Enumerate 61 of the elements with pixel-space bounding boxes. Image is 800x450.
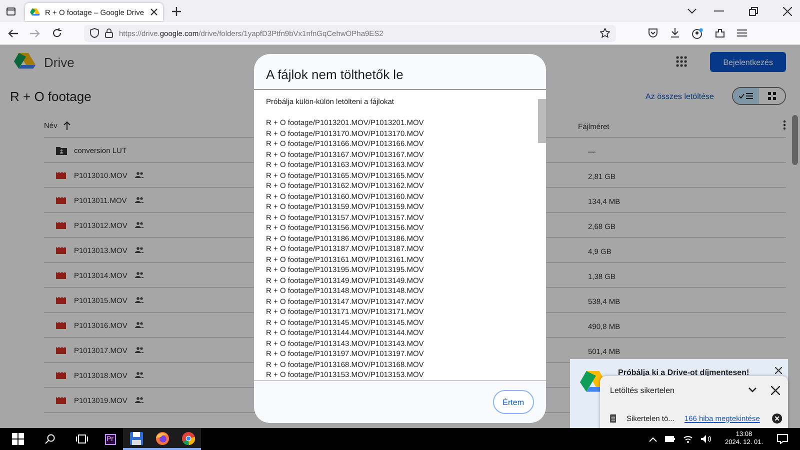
sort-up-icon[interactable] (63, 120, 72, 130)
new-tab-icon[interactable] (172, 6, 181, 16)
video-file-icon (56, 371, 66, 379)
extensions-icon[interactable] (715, 28, 725, 38)
pocket-icon[interactable] (648, 28, 658, 38)
minimize-icon[interactable] (714, 10, 724, 12)
close-icon[interactable] (775, 367, 782, 374)
video-file-icon (56, 296, 66, 304)
scrollbar-thumb[interactable] (538, 99, 546, 143)
drive-logo-icon[interactable] (14, 53, 36, 71)
star-icon[interactable] (600, 28, 610, 38)
dialog-title: A fájlok nem tölthetők le (265, 66, 404, 84)
app-name: Drive (44, 54, 74, 70)
chevron-down-icon[interactable] (687, 8, 697, 14)
download-all-link[interactable]: Az összes letöltése (646, 92, 714, 100)
more-vert-icon[interactable] (783, 120, 786, 130)
reload-icon[interactable] (52, 28, 62, 38)
ok-button[interactable]: Értem (492, 390, 534, 414)
video-file-icon (56, 246, 66, 254)
notification-icon[interactable] (777, 434, 788, 444)
video-file-icon (56, 396, 66, 404)
video-file-icon (56, 196, 66, 204)
panel-title: Letöltés sikertelen (610, 386, 674, 394)
list-check-icon (739, 92, 753, 100)
video-file-icon (56, 171, 66, 179)
cancel-icon[interactable] (772, 412, 782, 424)
drive-logo-icon (30, 8, 40, 16)
video-file-icon (56, 221, 66, 229)
chevron-down-icon[interactable] (748, 387, 757, 393)
scrollbar[interactable] (792, 115, 798, 165)
fox-globe-icon[interactable] (156, 432, 168, 444)
document-icon (610, 414, 616, 422)
close-icon[interactable] (150, 8, 158, 16)
menu-icon[interactable] (737, 29, 747, 37)
apps-grid-icon[interactable] (676, 56, 688, 68)
grid-icon (765, 92, 779, 100)
close-icon[interactable] (771, 386, 780, 394)
back-icon[interactable] (8, 28, 18, 38)
promo-text: Próbálja ki a Drive-ot díjmentesen! (618, 368, 750, 377)
tabs-list-icon[interactable] (6, 6, 16, 16)
video-file-icon (56, 321, 66, 329)
search-icon[interactable] (45, 434, 55, 444)
folder-title: R + O footage (10, 88, 92, 104)
volume-icon[interactable] (701, 435, 712, 443)
battery-icon[interactable] (665, 436, 676, 442)
sign-in-button[interactable]: Bejelentkezés (710, 52, 786, 72)
close-icon[interactable] (783, 6, 792, 16)
shared-folder-icon (56, 146, 66, 154)
restore-icon[interactable] (749, 6, 758, 16)
download-icon[interactable] (670, 28, 680, 38)
account-icon[interactable] (692, 28, 703, 38)
task-view-icon[interactable] (76, 434, 88, 444)
shield-icon (90, 28, 99, 38)
video-file-icon (56, 346, 66, 354)
chevron-up-icon[interactable] (649, 436, 658, 442)
list-view-button[interactable] (733, 88, 759, 104)
chrome-icon[interactable] (182, 432, 194, 444)
windows-start-icon[interactable] (12, 433, 24, 445)
video-file-icon (56, 271, 66, 279)
wifi-icon[interactable] (683, 435, 694, 443)
lock-icon (105, 28, 113, 38)
